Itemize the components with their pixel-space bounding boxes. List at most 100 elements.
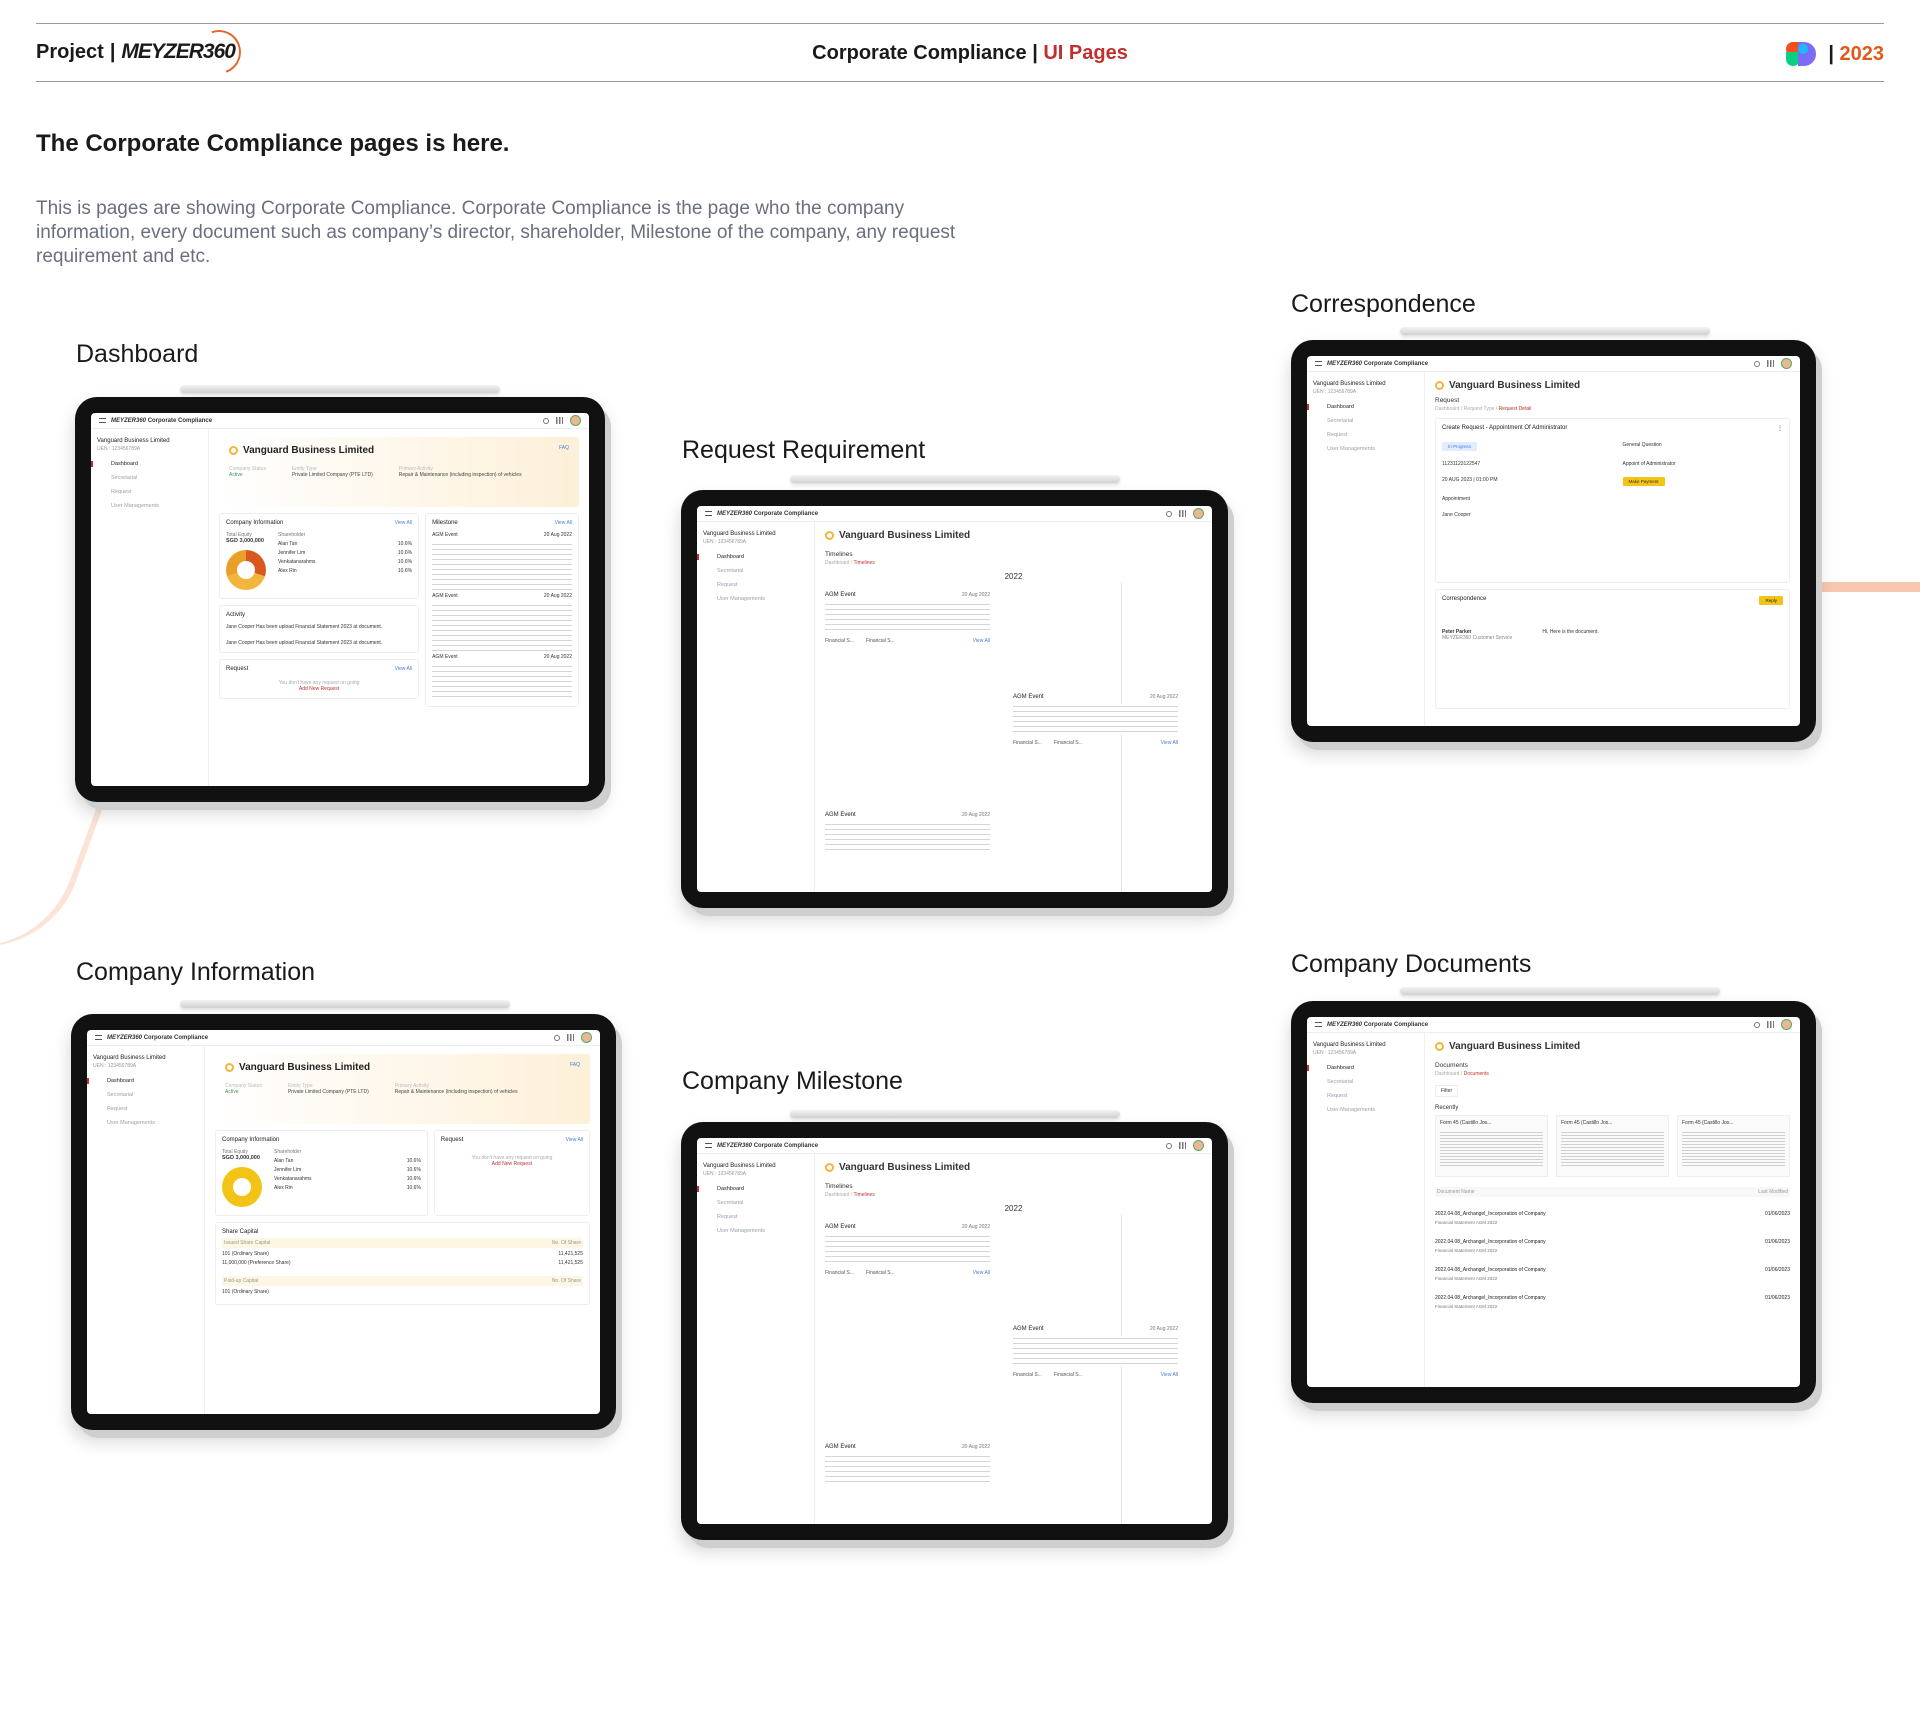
timeline-item: AGM Event 20 Aug 2022 Financial S... Finan… (1013, 694, 1178, 746)
apps-icon[interactable] (1179, 510, 1186, 517)
nav-request[interactable]: Request (1313, 1093, 1418, 1099)
view-all-link[interactable]: View All (566, 1137, 583, 1143)
app-main: Vanguard Business Limited Documents Dash… (1435, 1041, 1790, 1309)
gear-icon[interactable] (1166, 1142, 1172, 1149)
nav-secretarial[interactable]: Secretarial (1313, 418, 1418, 424)
nav-user-managements[interactable]: User Managements (703, 1228, 808, 1234)
activity-card: Activity Jane Cooper Has been upload Fin… (219, 605, 420, 653)
page-heading: The Corporate Compliance pages is here. (36, 130, 510, 157)
company-switcher[interactable]: Vanguard Business Limited UEN : 123456789… (93, 1054, 198, 1070)
document-row[interactable]: 2022.04.08_Archangel_Incorporation of Co… (1435, 1267, 1790, 1281)
gear-icon[interactable] (1754, 1021, 1760, 1028)
nav-secretarial[interactable]: Secretarial (703, 568, 808, 574)
nav-request[interactable]: Request (93, 1106, 198, 1112)
nav-dashboard[interactable]: Dashboard (1307, 404, 1418, 410)
nav-request[interactable]: Request (703, 582, 808, 588)
gear-icon[interactable] (1754, 360, 1760, 367)
app-topbar: MEYZER360 Corporate Compliance (1307, 356, 1800, 372)
header-title: Corporate Compliance | UI Pages (812, 42, 1128, 64)
nav-secretarial[interactable]: Secretarial (703, 1200, 808, 1206)
company-switcher[interactable]: Vanguard Business Limited UEN : 123456789… (1313, 380, 1418, 396)
document-row[interactable]: 2022.04.08_Archangel_Incorporation of Co… (1435, 1211, 1790, 1225)
nav-user-managements[interactable]: User Managements (93, 1120, 198, 1126)
make-payment-button[interactable]: Make Payment (1622, 477, 1665, 486)
view-all-link[interactable]: View All (1161, 740, 1178, 746)
pencil-decor (180, 1000, 510, 1008)
nav-dashboard[interactable]: Dashboard (697, 554, 808, 560)
view-all-link[interactable]: View All (973, 1270, 990, 1276)
apps-icon[interactable] (1767, 1021, 1774, 1028)
avatar[interactable] (1781, 358, 1792, 369)
screen-documents: MEYZER360 Corporate Compliance Vanguard … (1307, 1017, 1800, 1387)
faq-link[interactable]: FAQ (570, 1062, 580, 1068)
avatar[interactable] (1193, 508, 1204, 519)
apps-icon[interactable] (1179, 1142, 1186, 1149)
filter-dropdown[interactable]: Filter (1435, 1085, 1459, 1097)
section-title-request: Request Requirement (682, 436, 926, 464)
nav-secretarial[interactable]: Secretarial (1313, 1079, 1418, 1085)
company-switcher[interactable]: Vanguard Business Limited UEN : 123456789… (1313, 1041, 1418, 1057)
figma-icon (1786, 40, 1820, 68)
nav-secretarial[interactable]: Secretarial (97, 475, 202, 481)
faq-link[interactable]: FAQ (559, 445, 569, 451)
menu-icon[interactable] (1315, 1022, 1322, 1027)
recent-doc[interactable]: Form 45 (Castillo Jos... (1556, 1115, 1669, 1177)
document-row[interactable]: 2022.04.08_Archangel_Incorporation of Co… (1435, 1295, 1790, 1309)
nav-user-managements[interactable]: User Managements (703, 596, 808, 602)
view-all-link[interactable]: View All (395, 520, 412, 526)
nav-dashboard[interactable]: Dashboard (91, 461, 202, 467)
view-all-link[interactable]: View All (555, 520, 572, 526)
recent-doc[interactable]: Form 45 (Castillo Jos... (1435, 1115, 1548, 1177)
apps-icon[interactable] (567, 1034, 574, 1041)
add-request-button[interactable]: Add New Request (226, 686, 412, 692)
add-request-button[interactable]: Add New Request (441, 1161, 583, 1167)
timeline-item: AGM Event 20 Aug 2022 Financial S... Finan… (825, 1224, 990, 1276)
company-switcher[interactable]: Vanguard Business Limited UEN : 123456789… (703, 530, 808, 546)
section-title-documents: Company Documents (1291, 950, 1532, 978)
menu-icon[interactable] (99, 418, 106, 423)
nav-request[interactable]: Request (97, 489, 202, 495)
tablet-company-info: MEYZER360 Corporate Compliance Vanguard … (71, 1014, 616, 1430)
app-sidebar: Vanguard Business Limited UEN : 123456789… (87, 1046, 205, 1414)
nav-user-managements[interactable]: User Managements (1313, 1107, 1418, 1113)
section-title-company-info: Company Information (76, 958, 316, 986)
view-all-link[interactable]: View All (395, 666, 412, 672)
recent-doc[interactable]: Form 45 (Castillo Jos... (1677, 1115, 1790, 1177)
gear-icon[interactable] (1166, 510, 1172, 517)
reply-button[interactable]: Reply (1759, 596, 1783, 605)
avatar[interactable] (570, 415, 581, 426)
app-main: Vanguard Business Limited FAQ Company St… (209, 429, 589, 786)
menu-icon[interactable] (95, 1035, 102, 1040)
nav-request[interactable]: Request (703, 1214, 808, 1220)
nav-dashboard[interactable]: Dashboard (87, 1078, 198, 1084)
timeline-year: 2022 (1004, 572, 1023, 581)
company-switcher[interactable]: Vanguard Business Limited UEN : 123456789… (703, 1162, 808, 1178)
apps-icon[interactable] (1767, 360, 1774, 367)
nav-request[interactable]: Request (1313, 432, 1418, 438)
nav-secretarial[interactable]: Secretarial (93, 1092, 198, 1098)
nav-user-managements[interactable]: User Managements (97, 503, 202, 509)
avatar[interactable] (581, 1032, 592, 1043)
project-label: Project (36, 40, 104, 63)
gear-icon[interactable] (554, 1034, 560, 1041)
view-all-link[interactable]: View All (1161, 1372, 1178, 1378)
app-topbar: MEYZER360 Corporate Compliance (91, 413, 589, 429)
app-topbar: MEYZER360 Corporate Compliance (697, 1138, 1212, 1154)
apps-icon[interactable] (556, 417, 563, 424)
document-row[interactable]: 2022.04.08_Archangel_Incorporation of Co… (1435, 1239, 1790, 1253)
avatar[interactable] (1193, 1140, 1204, 1151)
menu-icon[interactable] (705, 1143, 712, 1148)
app-sidebar: Vanguard Business Limited UEN : 123456789… (91, 429, 209, 786)
company-switcher[interactable]: Vanguard Business Limited UEN : 123456789… (97, 437, 202, 453)
tablet-request: MEYZER360 Corporate Compliance Vanguard … (681, 490, 1228, 908)
menu-icon[interactable] (1315, 361, 1322, 366)
nav-dashboard[interactable]: Dashboard (1307, 1065, 1418, 1071)
timeline-item: AGM Event 20 Aug 2022 (825, 812, 990, 852)
nav-dashboard[interactable]: Dashboard (697, 1186, 808, 1192)
nav-user-managements[interactable]: User Managements (1313, 446, 1418, 452)
view-all-link[interactable]: View All (973, 638, 990, 644)
gear-icon[interactable] (543, 417, 549, 424)
menu-icon[interactable] (705, 511, 712, 516)
company-logo-icon (229, 446, 238, 455)
avatar[interactable] (1781, 1019, 1792, 1030)
